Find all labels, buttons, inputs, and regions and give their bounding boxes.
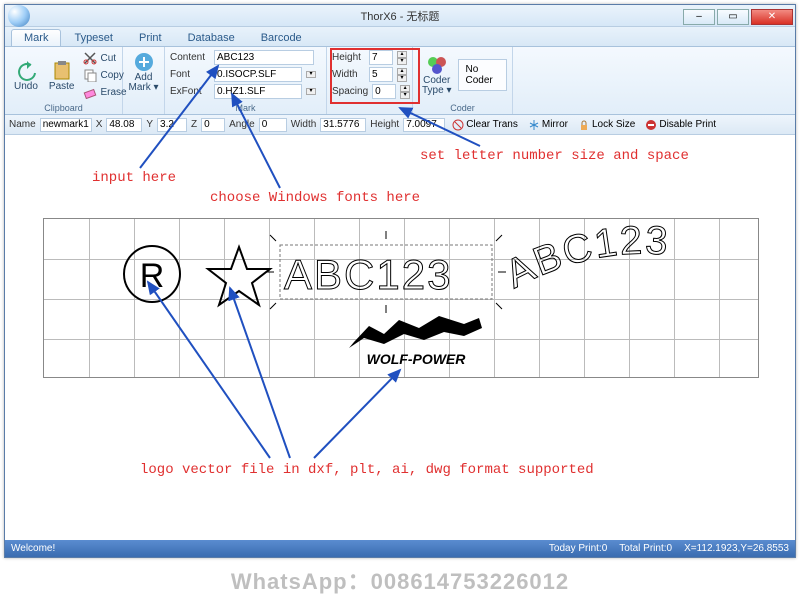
spacing-label: Spacing	[332, 86, 368, 97]
undo-icon	[15, 59, 37, 81]
font-dropdown[interactable]: ▾	[306, 71, 316, 78]
star-symbol[interactable]	[208, 247, 270, 305]
undo-button[interactable]: Undo	[10, 57, 42, 94]
name-field[interactable]	[40, 118, 92, 132]
close-button[interactable]: ✕	[751, 9, 793, 25]
group-coder: Coder Type ▾ No Coder Coder	[413, 47, 513, 114]
z-label: Z	[191, 119, 197, 130]
width-input[interactable]	[369, 67, 393, 82]
width-spinner[interactable]: ▴▾	[397, 68, 407, 82]
spacing-input[interactable]	[372, 84, 396, 99]
angle-label: Angle	[229, 119, 255, 130]
tab-mark[interactable]: Mark	[11, 29, 61, 46]
erase-icon	[83, 85, 97, 99]
maximize-button[interactable]: ▭	[717, 9, 749, 25]
chevron-down-icon: ▾	[306, 71, 316, 78]
add-mark-icon	[133, 51, 155, 73]
pwidth-field[interactable]	[320, 118, 366, 132]
svg-text:ABC123: ABC123	[284, 251, 452, 298]
spacing-spinner[interactable]: ▴▾	[400, 85, 410, 99]
canvas-objects: R ABC123 ABC123	[44, 219, 760, 379]
exfont-dropdown[interactable]: ▾	[306, 88, 316, 95]
z-field[interactable]	[201, 118, 225, 132]
height-input[interactable]	[369, 50, 393, 65]
exfont-input[interactable]	[214, 84, 302, 99]
pwidth-label: Width	[291, 119, 317, 130]
content-label: Content	[170, 52, 210, 63]
lock-icon	[578, 119, 590, 131]
paste-icon	[51, 59, 73, 81]
svg-text:R: R	[140, 257, 165, 295]
tab-barcode[interactable]: Barcode	[248, 29, 315, 46]
cut-button[interactable]: Cut	[81, 50, 128, 66]
status-welcome: Welcome!	[11, 543, 55, 554]
tab-print[interactable]: Print	[126, 29, 175, 46]
pheight-field[interactable]	[403, 118, 445, 132]
app-menu-orb[interactable]	[8, 5, 30, 27]
group-clipboard: Undo Paste Cut Copy Erase Clipboard	[5, 47, 123, 114]
paste-button[interactable]: Paste	[45, 57, 79, 94]
text-object-selected[interactable]: ABC123	[266, 231, 506, 313]
design-canvas[interactable]: R ABC123 ABC123	[13, 136, 787, 539]
app-window: ThorX6 - 无标题 – ▭ ✕ Mark Typeset Print Da…	[4, 4, 796, 558]
coder-icon	[426, 54, 448, 76]
status-today: Today Print:0	[549, 543, 607, 554]
disable-print-button[interactable]: Disable Print	[642, 119, 719, 131]
minimize-button[interactable]: –	[683, 9, 715, 25]
pheight-label: Height	[370, 119, 399, 130]
group-mark-size: Height ▴▾ Width ▴▾ Spacing ▴▾	[327, 47, 413, 114]
tab-database[interactable]: Database	[175, 29, 248, 46]
clear-trans-icon	[452, 119, 464, 131]
no-coder-button[interactable]: No Coder	[458, 59, 507, 91]
height-spinner[interactable]: ▴▾	[397, 51, 407, 65]
add-mark-button[interactable]: Add Mark ▾	[128, 49, 159, 95]
font-label: Font	[170, 69, 210, 80]
status-coords: X=112.1923,Y=26.8553	[684, 543, 789, 554]
cut-icon	[83, 51, 97, 65]
y-field[interactable]	[157, 118, 187, 132]
ribbon: Undo Paste Cut Copy Erase Clipboard Add …	[5, 47, 795, 115]
property-bar: Name X Y Z Angle Width Height Clear Tran…	[5, 115, 795, 135]
window-title: ThorX6 - 无标题	[361, 8, 440, 24]
coder-type-button[interactable]: Coder Type ▾	[418, 52, 455, 98]
angle-field[interactable]	[259, 118, 287, 132]
erase-button[interactable]: Erase	[81, 84, 128, 100]
watermark-text: WhatsApp：008614753226012	[0, 564, 800, 596]
logo-object[interactable]: WOLF-POWER	[349, 316, 482, 367]
status-total: Total Print:0	[619, 543, 672, 554]
svg-text:ABC123: ABC123	[499, 219, 671, 297]
text-object-arc[interactable]: ABC123	[499, 219, 734, 297]
group-addmark: Add Mark ▾	[123, 47, 165, 114]
lock-size-button[interactable]: Lock Size	[575, 119, 638, 131]
y-label: Y	[146, 119, 153, 130]
width-label: Width	[332, 69, 365, 80]
group-mark-text: Content Font▾ ExFont▾ Mark	[165, 47, 327, 114]
tab-typeset[interactable]: Typeset	[61, 29, 126, 46]
font-input[interactable]	[214, 67, 302, 82]
titlebar: ThorX6 - 无标题 – ▭ ✕	[5, 5, 795, 27]
mirror-button[interactable]: Mirror	[525, 119, 571, 131]
content-input[interactable]	[214, 50, 314, 65]
exfont-label: ExFont	[170, 86, 210, 97]
x-field[interactable]	[106, 118, 142, 132]
svg-text:WOLF-POWER: WOLF-POWER	[367, 351, 467, 367]
disable-print-icon	[645, 119, 657, 131]
registered-symbol[interactable]: R	[124, 246, 180, 302]
x-label: X	[96, 119, 103, 130]
copy-icon	[83, 68, 97, 82]
mirror-icon	[528, 119, 540, 131]
window-buttons: – ▭ ✕	[683, 7, 795, 25]
height-label: Height	[332, 52, 365, 63]
ribbon-tabs: Mark Typeset Print Database Barcode	[5, 27, 795, 47]
grid-area: R ABC123 ABC123	[43, 218, 759, 378]
name-label: Name	[9, 119, 36, 130]
copy-button[interactable]: Copy	[81, 67, 128, 83]
chevron-down-icon: ▾	[306, 88, 316, 95]
clear-trans-button[interactable]: Clear Trans	[449, 119, 521, 131]
status-bar: Welcome! Today Print:0 Total Print:0 X=1…	[5, 540, 795, 557]
